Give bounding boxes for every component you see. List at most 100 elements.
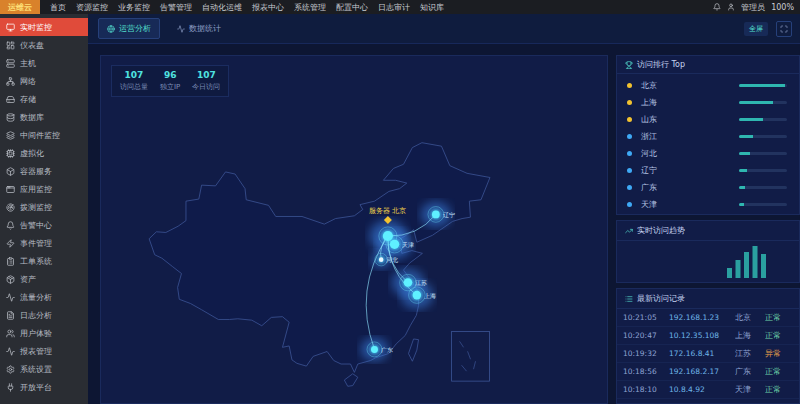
map-pin[interactable]: 上海	[409, 287, 437, 304]
record-row[interactable]: 10:20:4710.12.35.108上海正常	[617, 327, 799, 345]
map-pin[interactable]: 天津	[386, 236, 414, 253]
sidebar-item[interactable]: 开放平台	[0, 378, 88, 396]
sidebar-item[interactable]: 存储	[0, 90, 88, 108]
ranking-row[interactable]: 天津	[617, 196, 799, 213]
sidebar-item[interactable]: 容器服务	[0, 162, 88, 180]
rank-dot	[627, 83, 632, 88]
island-outline	[408, 339, 418, 361]
card-title: 最新访问记录	[617, 289, 799, 309]
map-pin[interactable]: 辽宁	[428, 207, 455, 223]
country-outline	[149, 143, 490, 373]
user-name[interactable]: 管理员	[741, 2, 765, 13]
sidebar-item[interactable]: 主机	[0, 54, 88, 72]
map-pin[interactable]: 服务器 北京	[369, 207, 406, 245]
south-sea-inset	[452, 331, 490, 381]
menu-item[interactable]: 报表中心	[252, 2, 284, 13]
ranking-row[interactable]: 广东	[617, 179, 799, 196]
menu-icon	[6, 77, 15, 86]
menu-icon	[6, 41, 15, 50]
sidebar-item[interactable]: 日志分析	[0, 306, 88, 324]
map-pin[interactable]: 河北	[375, 253, 399, 266]
menu-item[interactable]: 日志审计	[378, 2, 410, 13]
sidebar-item[interactable]: 网络	[0, 72, 88, 90]
zoom-level: 100%	[771, 3, 794, 12]
sidebar-item[interactable]: 资产	[0, 270, 88, 288]
sidebar-item[interactable]: 报表管理	[0, 342, 88, 360]
menu-icon	[6, 383, 15, 392]
menu-icon	[6, 149, 15, 158]
menu-item[interactable]: 配置中心	[336, 2, 368, 13]
trend-bar	[753, 246, 758, 278]
trend-bar	[736, 260, 741, 278]
trend-bar	[761, 254, 766, 278]
menu-icon	[6, 257, 15, 266]
sidebar-item[interactable]: 数据库	[0, 108, 88, 126]
menu-item[interactable]: 自动化运维	[202, 2, 242, 13]
china-map[interactable]: 服务器 北京 辽宁天津河北江苏上海广东	[101, 56, 607, 403]
menu-icon	[6, 59, 15, 68]
island-outline	[344, 374, 357, 387]
menu-icon	[6, 347, 15, 356]
ranking-row[interactable]: 北京	[617, 77, 799, 94]
rank-bar	[739, 152, 787, 155]
tab[interactable]: 运营分析	[98, 18, 160, 39]
rank-bar	[739, 84, 787, 87]
rank-bar	[739, 186, 787, 189]
map-pin[interactable]: 江苏	[400, 274, 428, 291]
stat: 107访问总量	[120, 70, 148, 92]
rank-dot	[627, 117, 632, 122]
fullscreen-button[interactable]: 全屏	[744, 22, 768, 36]
sidebar-item[interactable]: 仪表盘	[0, 36, 88, 54]
rank-bar	[739, 101, 787, 104]
sidebar-item[interactable]: 流量分析	[0, 288, 88, 306]
menu-icon	[6, 95, 15, 104]
sidebar-item[interactable]: 应用监控	[0, 180, 88, 198]
sidebar-item[interactable]: 虚拟化	[0, 144, 88, 162]
ranking-row[interactable]: 浙江	[617, 128, 799, 145]
settings-button[interactable]	[776, 21, 792, 37]
menu-item[interactable]: 知识库	[420, 2, 444, 13]
map-panel: 服务器 北京辽宁天津河北江苏上海广东107访问总量96独立IP107今日访问	[100, 55, 608, 404]
pin-label: 广东	[381, 346, 393, 354]
menu-icon	[6, 131, 15, 140]
app: 运维云首页资源监控业务监控告警管理自动化运维报表中心系统管理配置中心日志审计知识…	[0, 0, 800, 404]
chart-icon	[177, 25, 185, 33]
sidebar-item[interactable]: 事件管理	[0, 234, 88, 252]
top-bar: 运维云首页资源监控业务监控告警管理自动化运维报表中心系统管理配置中心日志审计知识…	[0, 0, 800, 14]
sidebar-item[interactable]: 用户体验	[0, 324, 88, 342]
bell-icon[interactable]	[713, 3, 721, 11]
menu-item[interactable]: 资源监控	[76, 2, 108, 13]
menu-item[interactable]: 告警管理	[160, 2, 192, 13]
menu-icon	[6, 275, 15, 284]
record-row[interactable]: 10:18:1010.8.4.92天津正常	[617, 381, 799, 399]
trophy-icon	[625, 61, 633, 69]
trend-bar	[744, 252, 749, 278]
sidebar-item[interactable]: 拨测监控	[0, 198, 88, 216]
menu-item[interactable]: 首页	[50, 2, 66, 13]
menu-icon	[6, 185, 15, 194]
menu-item[interactable]: 业务监控	[118, 2, 150, 13]
sidebar-item[interactable]: 中间件监控	[0, 126, 88, 144]
server-label: 服务器 北京	[369, 207, 406, 215]
globe-icon	[107, 25, 115, 33]
sidebar-item[interactable]: 实时监控	[0, 18, 88, 36]
ranking-row[interactable]: 上海	[617, 94, 799, 111]
sidebar-item[interactable]: 工单系统	[0, 252, 88, 270]
ranking-row[interactable]: 山东	[617, 111, 799, 128]
rank-dot	[627, 185, 632, 190]
sidebar-item[interactable]: 告警中心	[0, 216, 88, 234]
record-row[interactable]: 10:21:05192.168.1.23北京正常	[617, 309, 799, 327]
menu-item[interactable]: 系统管理	[294, 2, 326, 13]
tab[interactable]: 数据统计	[168, 18, 230, 39]
sidebar-item[interactable]: 系统设置	[0, 360, 88, 378]
ranking-card: 访问排行 Top北京上海山东浙江河北辽宁广东天津	[616, 55, 800, 215]
ranking-row[interactable]: 河北	[617, 145, 799, 162]
record-row[interactable]: 10:19:32172.16.8.41江苏异常	[617, 345, 799, 363]
record-row[interactable]: 10:18:56192.168.2.17广东正常	[617, 363, 799, 381]
ranking-row[interactable]: 辽宁	[617, 162, 799, 179]
records-card: 最新访问记录10:21:05192.168.1.23北京正常10:20:4710…	[616, 288, 800, 404]
sidebar: 实时监控仪表盘主机网络存储数据库中间件监控虚拟化容器服务应用监控拨测监控告警中心…	[0, 14, 88, 404]
header: 运营分析数据统计 全屏	[88, 14, 800, 44]
logo[interactable]: 运维云	[0, 0, 40, 14]
map-pin[interactable]: 广东	[367, 342, 393, 357]
